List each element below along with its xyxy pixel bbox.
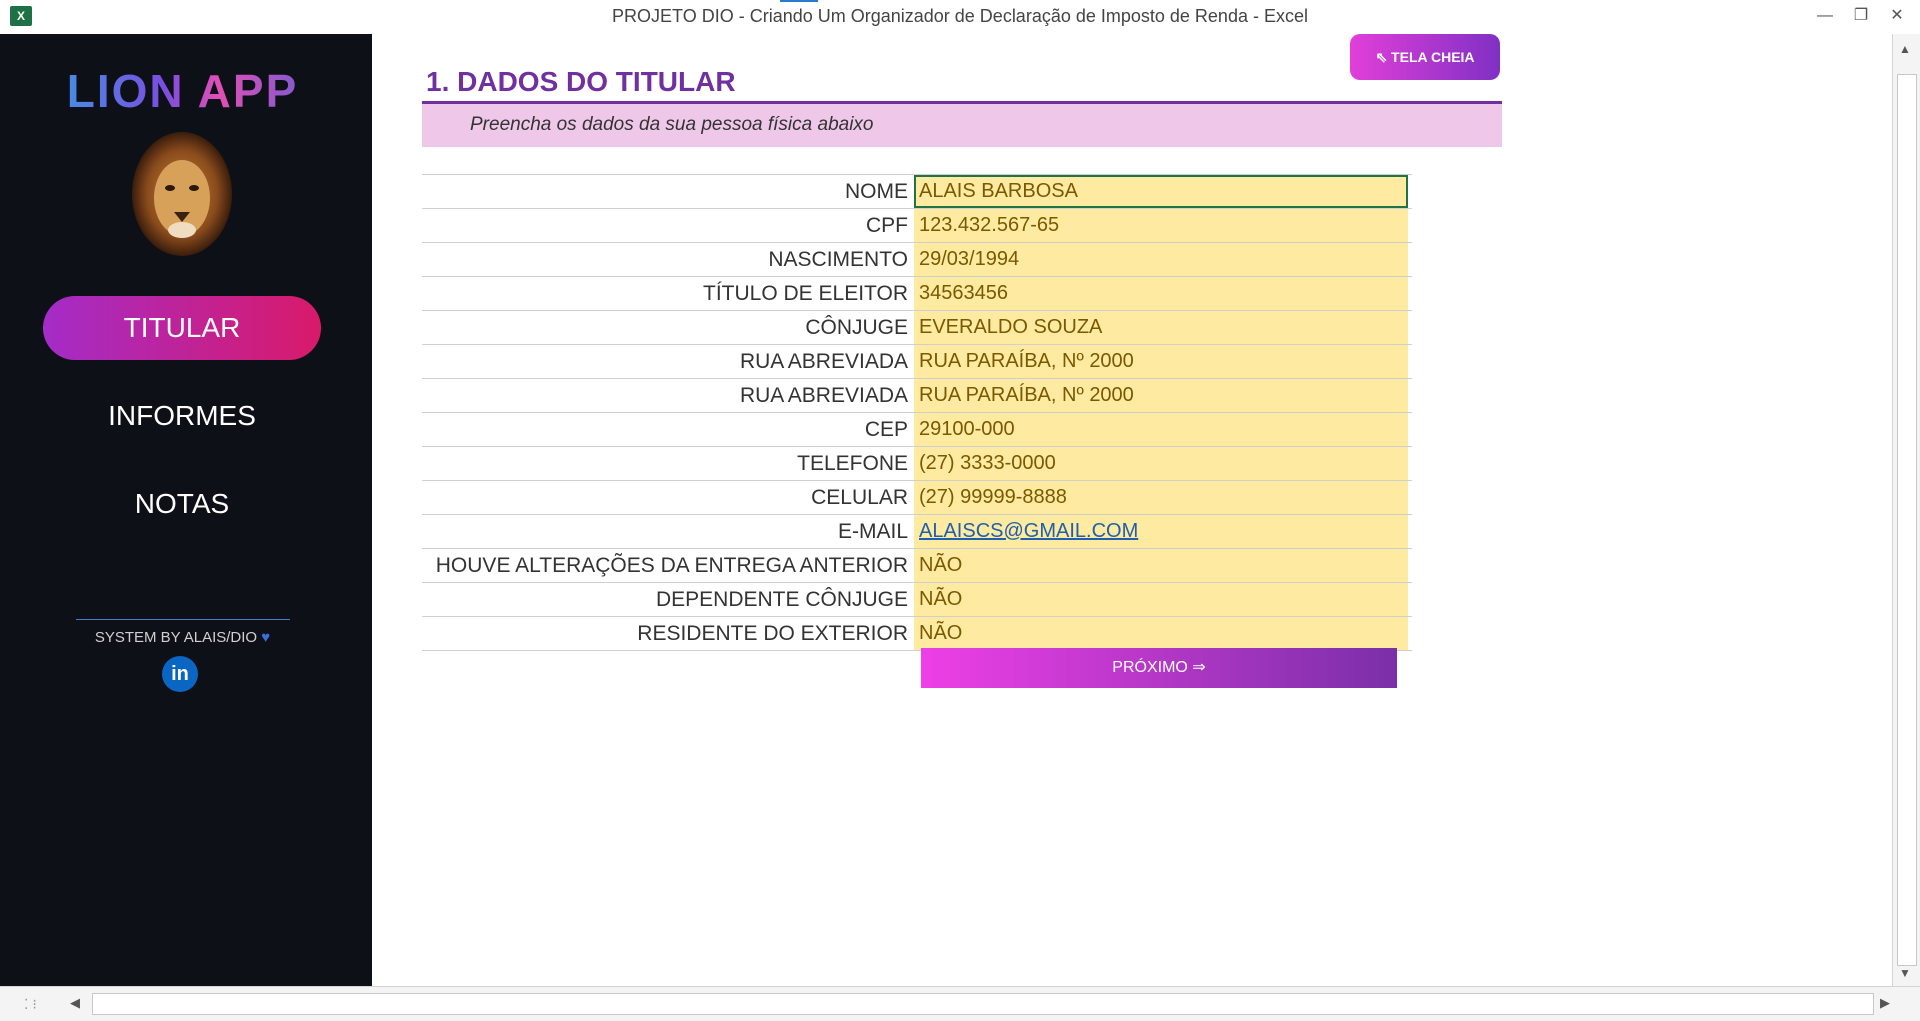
form-row: HOUVE ALTERAÇÕES DA ENTREGA ANTERIOR NÃO <box>422 548 1412 582</box>
vertical-scrollbar[interactable]: ▲ ▼ <box>1892 34 1920 986</box>
form-row: NOME ALAIS BARBOSA <box>422 174 1412 208</box>
next-button[interactable]: PRÓXIMO ⇒ <box>921 648 1397 688</box>
system-credit: SYSTEM BY ALAIS/DIO ♥ <box>0 629 365 646</box>
main-sheet: ⇖ TELA CHEIA 1. DADOS DO TITULAR Preench… <box>372 34 1892 986</box>
field-value-dependente-conjuge[interactable]: NÃO <box>914 583 1408 616</box>
field-value-email-link[interactable]: ALAISCS@GMAIL.COM <box>914 515 1408 548</box>
scroll-down-arrow-icon[interactable]: ▼ <box>1899 966 1911 980</box>
section-title: 1. DADOS DO TITULAR <box>426 66 736 97</box>
form-row: CÔNJUGE EVERALDO SOUZA <box>422 310 1412 344</box>
titular-form: NOME ALAIS BARBOSA CPF 123.432.567-65 NA… <box>422 174 1412 651</box>
form-row: RESIDENTE DO EXTERIOR NÃO <box>422 616 1412 651</box>
field-value-titulo-eleitor[interactable]: 34563456 <box>914 277 1408 310</box>
field-value-cpf[interactable]: 123.432.567-65 <box>914 209 1408 242</box>
form-row: TELEFONE (27) 3333-0000 <box>422 446 1412 480</box>
field-label-cpf: CPF <box>866 214 908 237</box>
field-value-alteracoes[interactable]: NÃO <box>914 549 1408 582</box>
scroll-left-arrow-icon[interactable]: ◀ <box>70 995 80 1011</box>
field-label-rua-1: RUA ABREVIADA <box>739 350 908 373</box>
field-label-rua-2: RUA ABREVIADA <box>739 384 908 407</box>
field-label-telefone: TELEFONE <box>797 452 908 475</box>
form-row: RUA ABREVIADA RUA PARAÍBA, Nº 2000 <box>422 378 1412 412</box>
restore-button[interactable]: ❐ <box>1848 4 1874 28</box>
field-label-nascimento: NASCIMENTO <box>768 248 908 271</box>
horizontal-scroll-track[interactable] <box>92 993 1874 1015</box>
app-logo: LION APP <box>0 64 365 118</box>
field-value-celular[interactable]: (27) 99999-8888 <box>914 481 1408 514</box>
form-row: CELULAR (27) 99999-8888 <box>422 480 1412 514</box>
close-button[interactable]: ✕ <box>1884 4 1910 28</box>
minimize-button[interactable]: — <box>1812 4 1838 28</box>
field-value-conjuge[interactable]: EVERALDO SOUZA <box>914 311 1408 344</box>
form-row: TÍTULO DE ELEITOR 34563456 <box>422 276 1412 310</box>
field-value-telefone[interactable]: (27) 3333-0000 <box>914 447 1408 480</box>
credit-divider <box>76 619 290 620</box>
field-label-cep: CEP <box>864 418 908 441</box>
form-row: RUA ABREVIADA RUA PARAÍBA, Nº 2000 <box>422 344 1412 378</box>
field-value-nascimento[interactable]: 29/03/1994 <box>914 243 1408 276</box>
title-bar: X PROJETO DIO - Criando Um Organizador d… <box>0 0 1920 35</box>
horizontal-scrollbar[interactable]: ⁚ ⁝ ◀ ▶ <box>0 986 1920 1021</box>
heart-icon: ♥ <box>261 629 271 646</box>
form-row: CEP 29100-000 <box>422 412 1412 446</box>
field-value-rua-2[interactable]: RUA PARAÍBA, Nº 2000 <box>914 379 1408 412</box>
field-label-residente-exterior: RESIDENTE DO EXTERIOR <box>637 622 908 645</box>
vertical-scroll-thumb[interactable] <box>1897 74 1917 966</box>
subtitle-band: Preencha os dados da sua pessoa física a… <box>422 104 1502 147</box>
sidebar: LION APP TITULAR INFORMES NOTAS SYSTEM B… <box>0 34 372 986</box>
sheet-tab-grip-icon[interactable]: ⁚ ⁝ <box>24 996 37 1013</box>
form-row: CPF 123.432.567-65 <box>422 208 1412 242</box>
field-value-nome[interactable]: ALAIS BARBOSA <box>914 175 1408 208</box>
fullscreen-button[interactable]: ⇖ TELA CHEIA <box>1350 34 1500 80</box>
field-label-conjuge: CÔNJUGE <box>805 316 908 339</box>
nav-titular-button[interactable]: TITULAR <box>43 296 321 360</box>
field-label-alteracoes: HOUVE ALTERAÇÕES DA ENTREGA ANTERIOR <box>435 554 908 577</box>
field-label-nome: NOME <box>845 180 908 203</box>
nav-informes-button[interactable]: INFORMES <box>43 384 321 448</box>
scroll-right-arrow-icon[interactable]: ▶ <box>1880 995 1890 1011</box>
system-credit-label: SYSTEM BY ALAIS/DIO <box>94 629 258 646</box>
linkedin-icon[interactable]: in <box>162 656 198 692</box>
lion-logo-icon <box>132 132 232 256</box>
field-label-email: E-MAIL <box>837 520 908 543</box>
nav-notas-button[interactable]: NOTAS <box>43 472 321 536</box>
form-row: E-MAIL ALAISCS@GMAIL.COM <box>422 514 1412 548</box>
form-row: NASCIMENTO 29/03/1994 <box>422 242 1412 276</box>
subtitle-text: Preencha os dados da sua pessoa física a… <box>470 114 874 135</box>
form-row: DEPENDENTE CÔNJUGE NÃO <box>422 582 1412 616</box>
field-label-celular: CELULAR <box>811 486 908 509</box>
field-label-dependente-conjuge: DEPENDENTE CÔNJUGE <box>655 588 908 611</box>
field-value-cep[interactable]: 29100-000 <box>914 413 1408 446</box>
field-value-residente-exterior[interactable]: NÃO <box>914 617 1408 650</box>
window-title: PROJETO DIO - Criando Um Organizador de … <box>612 6 1308 26</box>
field-value-rua-1[interactable]: RUA PARAÍBA, Nº 2000 <box>914 345 1408 378</box>
field-label-titulo-eleitor: TÍTULO DE ELEITOR <box>703 282 908 305</box>
scroll-up-arrow-icon[interactable]: ▲ <box>1899 42 1911 56</box>
